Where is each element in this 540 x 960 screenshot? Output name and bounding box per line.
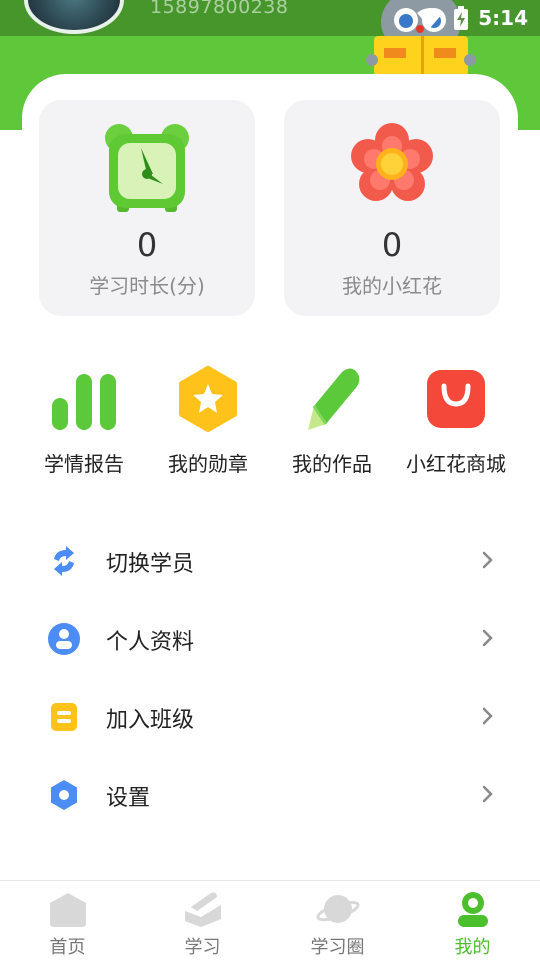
menu-label: 设置	[106, 786, 151, 811]
tab-label: 首页	[49, 937, 86, 958]
shortcut-study-report[interactable]: 学情报告	[22, 364, 146, 484]
home-icon	[49, 893, 86, 927]
tab-home[interactable]: 首页	[0, 881, 135, 960]
bar-chart-icon	[52, 374, 116, 430]
shortcut-label: 小红花商城	[406, 452, 506, 476]
shortcut-label: 我的勋章	[168, 452, 248, 476]
menu-settings[interactable]: 设置	[0, 756, 540, 834]
wifi-icon	[417, 8, 444, 28]
chevron-right-icon	[482, 629, 493, 647]
study-time-card[interactable]: 0 学习时长(分)	[39, 100, 255, 316]
book-icon	[184, 892, 221, 927]
shopping-bag-icon	[427, 370, 485, 428]
menu-label: 个人资料	[106, 630, 195, 655]
shortcut-grid: 学情报告 我的勋章 我的作品 小红花商城	[22, 364, 518, 484]
phone-number: 15897800238	[150, 0, 289, 18]
tab-study[interactable]: 学习	[135, 881, 270, 960]
red-flower-icon	[351, 123, 433, 201]
menu-personal-info[interactable]: 个人资料	[0, 600, 540, 678]
settings-menu: 切换学员 个人资料 加入班级 设置	[0, 522, 540, 834]
shortcut-label: 学情报告	[44, 452, 124, 476]
chevron-right-icon	[482, 707, 493, 725]
tab-study-circle[interactable]: 学习圈	[270, 881, 405, 960]
study-time-label: 学习时长(分)	[89, 274, 205, 298]
shortcut-my-medals[interactable]: 我的勋章	[146, 364, 270, 484]
switch-icon	[54, 546, 74, 576]
settings-icon	[51, 780, 77, 810]
red-flower-card[interactable]: 0 我的小红花	[284, 100, 500, 316]
class-icon	[51, 703, 77, 731]
clock-time: 5:14	[478, 6, 528, 30]
bottom-tab-bar: 首页 学习 学习圈 我的	[0, 880, 540, 960]
shortcut-flower-mall[interactable]: 小红花商城	[394, 364, 518, 484]
chevron-right-icon	[482, 551, 493, 569]
red-flower-value: 0	[381, 226, 403, 264]
menu-join-class[interactable]: 加入班级	[0, 678, 540, 756]
user-profile-icon	[48, 623, 80, 655]
study-time-value: 0	[136, 226, 158, 264]
shortcut-my-works[interactable]: 我的作品	[270, 364, 394, 484]
tab-label: 我的	[454, 937, 491, 958]
tab-label: 学习	[184, 937, 221, 958]
menu-label: 切换学员	[106, 552, 195, 577]
menu-switch-student[interactable]: 切换学员	[0, 522, 540, 600]
chevron-right-icon	[482, 785, 493, 803]
red-flower-label: 我的小红花	[342, 274, 442, 298]
pencil-icon	[308, 368, 360, 430]
alarm-clock-icon	[105, 124, 189, 212]
shortcut-label: 我的作品	[292, 452, 372, 476]
status-bar: 5:14	[416, 5, 528, 31]
battery-charging-icon	[454, 6, 469, 30]
menu-label: 加入班级	[106, 708, 195, 733]
tab-me[interactable]: 我的	[405, 881, 540, 960]
medal-star-icon	[179, 366, 237, 432]
me-icon	[457, 892, 488, 927]
planet-icon	[315, 895, 360, 923]
tab-label: 学习圈	[310, 937, 365, 958]
